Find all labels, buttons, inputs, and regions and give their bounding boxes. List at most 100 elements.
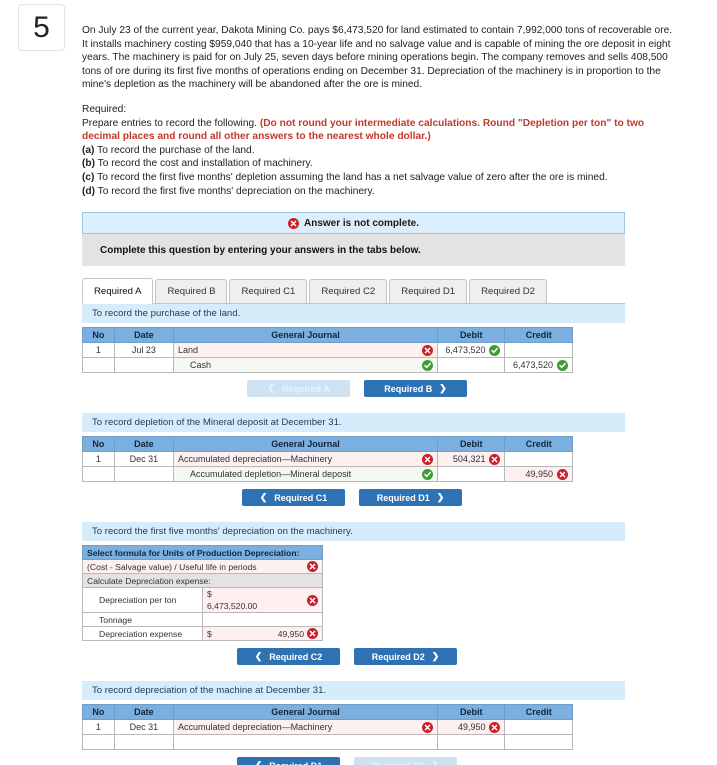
debit-value: 49,950 — [457, 722, 486, 733]
requirement-text-d: To record the first five months' depreci… — [95, 185, 375, 197]
column-header-date: Date — [113, 436, 175, 453]
cell-no: 1 — [82, 719, 115, 736]
button-label: Required C1 — [274, 492, 328, 503]
cell-credit[interactable] — [504, 719, 573, 736]
requirement-item-d: (d) To record the first five months' dep… — [82, 185, 682, 199]
requirement-tag-a: (a) — [82, 144, 95, 156]
rounding-instructions: Prepare entries to record the following.… — [82, 117, 682, 144]
cell-account[interactable]: Accumulated depletion—Mineral deposit — [173, 466, 438, 483]
tab-required-a[interactable]: Required A — [82, 278, 154, 305]
cell-credit[interactable] — [504, 342, 573, 359]
requirement-tab-bar: Required A Required B Required C1 Requir… — [82, 278, 625, 305]
chevron-right-icon: ❯ — [432, 760, 440, 765]
cell-date[interactable] — [113, 466, 175, 483]
tab-required-d1[interactable]: Required D1 — [389, 279, 468, 304]
formula-value: (Cost - Salvage value) / Useful life in … — [87, 561, 257, 572]
cell-date[interactable]: Dec 31 — [113, 451, 175, 468]
prev-button-required-c1[interactable]: ❮ Required C1 — [242, 489, 345, 507]
table-header-row: No Date General Journal Debit Credit — [82, 327, 573, 344]
formula-select-cell[interactable]: (Cost - Salvage value) / Useful life in … — [82, 559, 323, 575]
calc-row-value[interactable]: $ 6,473,520.00 — [202, 587, 323, 614]
answer-incomplete-banner: Answer is not complete. — [82, 212, 625, 235]
requirement-item-b: (b) To record the cost and installation … — [82, 157, 682, 171]
cell-account[interactable] — [173, 734, 438, 751]
button-label: Required A — [281, 383, 330, 394]
problem-paragraph: On July 23 of the current year, Dakota M… — [82, 25, 673, 91]
tab-required-c1[interactable]: Required C1 — [229, 279, 308, 304]
prev-button-required-a[interactable]: ❮ Required A — [247, 380, 350, 398]
label-text: Depreciation expense — [99, 628, 183, 639]
column-header-no: No — [82, 704, 115, 721]
success-icon — [421, 468, 433, 480]
cell-debit[interactable] — [436, 466, 506, 483]
question-content: On July 23 of the current year, Dakota M… — [82, 24, 682, 765]
nav-row-c1: ❮ Required C1 Required D1 ❯ — [82, 489, 682, 507]
calc-row-label: Depreciation expense — [82, 626, 203, 642]
button-label: Required D2 — [371, 651, 425, 662]
cell-credit[interactable]: 6,473,520 — [504, 357, 573, 374]
error-icon — [557, 468, 568, 480]
table-row: Depreciation per ton $ 6,473,520.00 — [82, 587, 323, 614]
tab-label: Required D1 — [401, 286, 456, 298]
value-text: 6,473,520.00 — [207, 601, 258, 612]
tab-required-b[interactable]: Required B — [155, 279, 228, 304]
chevron-left-icon: ❮ — [255, 760, 263, 765]
column-header-journal: General Journal — [173, 704, 438, 721]
column-header-journal: General Journal — [173, 436, 438, 453]
tab-instruction-text: Complete this question by entering your … — [100, 244, 421, 256]
cell-debit[interactable] — [436, 734, 506, 751]
section-a-description: To record the purchase of the land. — [82, 304, 625, 324]
cell-debit[interactable]: 49,950 — [436, 719, 506, 736]
table-row: Depreciation expense $ 49,950 — [82, 626, 323, 642]
next-button-required-d1[interactable]: Required D1 ❯ — [359, 489, 462, 507]
tab-label: Required C2 — [321, 286, 376, 298]
tab-label: Required A — [94, 285, 142, 297]
debit-value: 504,321 — [452, 454, 486, 465]
table-row — [82, 734, 573, 751]
calc-row-value[interactable]: $ 49,950 — [202, 626, 323, 642]
column-header-journal: General Journal — [173, 327, 438, 344]
cell-date[interactable]: Jul 23 — [113, 342, 175, 359]
formula-select-header: Select formula for Units of Production D… — [82, 545, 323, 561]
column-header-credit: Credit — [504, 704, 573, 721]
nav-row-c2: ❮ Required C2 Required D2 ❯ — [82, 648, 682, 666]
cell-no — [82, 734, 115, 751]
next-button-required-b[interactable]: Required B ❯ — [364, 380, 467, 398]
column-header-debit: Debit — [436, 704, 506, 721]
cell-no — [82, 466, 115, 483]
nav-row-d1: ❮ Required D1 Required D2 ❯ — [82, 757, 682, 765]
cell-credit[interactable] — [504, 734, 573, 751]
cell-debit[interactable] — [436, 357, 506, 374]
cell-debit[interactable]: 6,473,520 — [436, 342, 506, 359]
cell-date[interactable]: Dec 31 — [113, 719, 175, 736]
cell-account[interactable]: Cash — [173, 357, 438, 374]
tab-required-c2[interactable]: Required C2 — [309, 279, 388, 304]
cell-credit[interactable]: 49,950 — [504, 466, 573, 483]
cell-credit[interactable] — [504, 451, 573, 468]
next-button-required-d2[interactable]: Required D2 ❯ — [354, 757, 457, 765]
label-text: Tonnage — [99, 614, 132, 625]
cell-no: 1 — [82, 451, 115, 468]
cell-debit[interactable]: 504,321 — [436, 451, 506, 468]
chevron-right-icon: ❯ — [436, 492, 445, 503]
tab-required-d2[interactable]: Required D2 — [469, 279, 547, 304]
calc-row-value[interactable] — [202, 612, 323, 628]
formula-table-c2: Select formula for Units of Production D… — [82, 545, 323, 642]
cell-account[interactable]: Accumulated depreciation—Machinery — [173, 719, 438, 736]
column-header-no: No — [82, 436, 115, 453]
table-header-row: No Date General Journal Debit Credit — [82, 704, 573, 721]
journal-table-c1: No Date General Journal Debit Credit 1 D… — [82, 436, 573, 483]
cell-account[interactable]: Accumulated depreciation—Machinery — [173, 451, 438, 468]
error-icon — [421, 453, 433, 465]
success-icon — [489, 344, 501, 356]
cell-date[interactable] — [113, 734, 175, 751]
table-row: Cash 6,473,520 — [82, 357, 573, 374]
prev-button-required-c2[interactable]: ❮ Required C2 — [237, 648, 340, 666]
next-button-required-d2[interactable]: Required D2 ❯ — [354, 648, 457, 666]
error-icon — [307, 628, 318, 640]
cell-account[interactable]: Land — [173, 342, 438, 359]
cell-date[interactable] — [113, 357, 175, 374]
prev-button-required-d1[interactable]: ❮ Required D1 — [237, 757, 340, 765]
section-c2-description: To record the first five months' depreci… — [82, 522, 625, 542]
answer-incomplete-text: Answer is not complete. — [303, 217, 420, 229]
